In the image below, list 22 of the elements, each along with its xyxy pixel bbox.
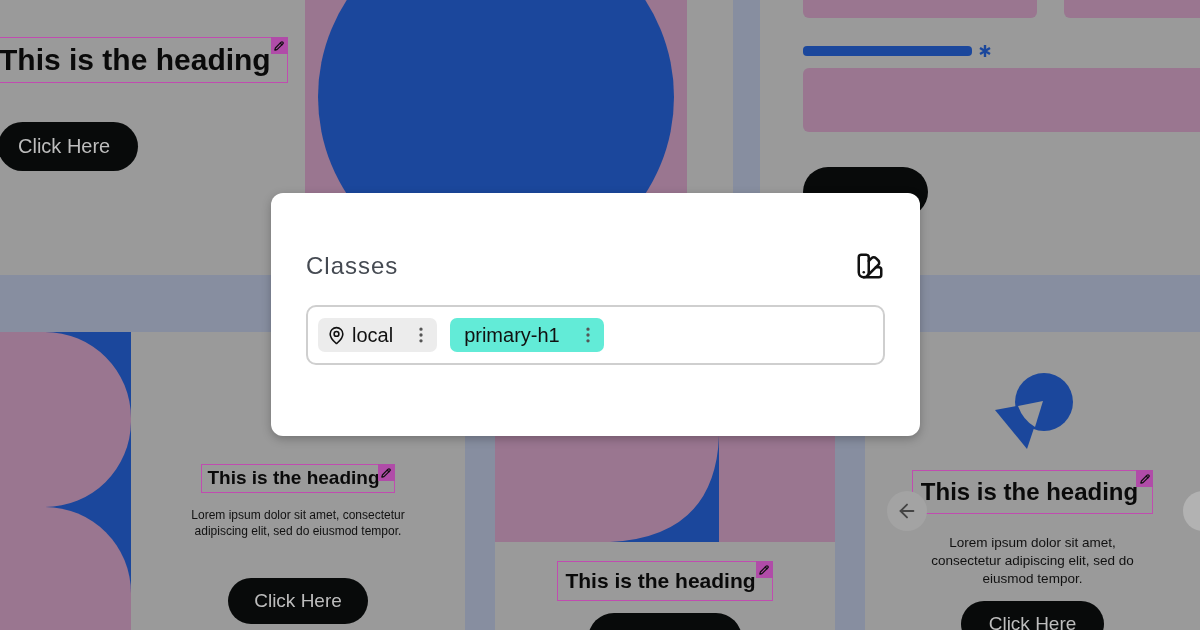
asterisk-icon (978, 44, 992, 58)
location-pin-icon (327, 325, 346, 345)
body-text: Lorem ipsum dolor sit amet, consectetur adipiscing elit, sed do eiusmod tempor. (190, 506, 406, 540)
click-here-button[interactable]: Click Here (960, 600, 1105, 630)
edit-icon[interactable] (755, 561, 773, 578)
click-here-button[interactable]: Click Here (0, 121, 139, 171)
heading-text: This is the heading (0, 37, 288, 83)
class-chip[interactable]: local (318, 318, 438, 352)
edit-icon[interactable] (1136, 470, 1154, 487)
body-text: Lorem ipsum dolor sit amet, consectetur adipiscing elit, sed do eiusmod tempor. (930, 534, 1135, 589)
heading-text: This is the heading (201, 464, 395, 493)
classes-field[interactable]: local primary-h1 (306, 305, 885, 365)
class-label: primary-h1 (464, 323, 560, 347)
click-here-button[interactable]: Click Here (228, 578, 368, 625)
edit-icon[interactable] (377, 464, 395, 481)
class-chip[interactable]: primary-h1 (450, 318, 604, 352)
logo-icon (992, 372, 1073, 450)
heading-text: This is the heading (557, 561, 773, 602)
dialog-title: Classes (306, 252, 399, 280)
edit-icon[interactable] (270, 37, 288, 54)
class-label: local (352, 323, 394, 347)
swatch-book-icon[interactable] (855, 251, 885, 281)
